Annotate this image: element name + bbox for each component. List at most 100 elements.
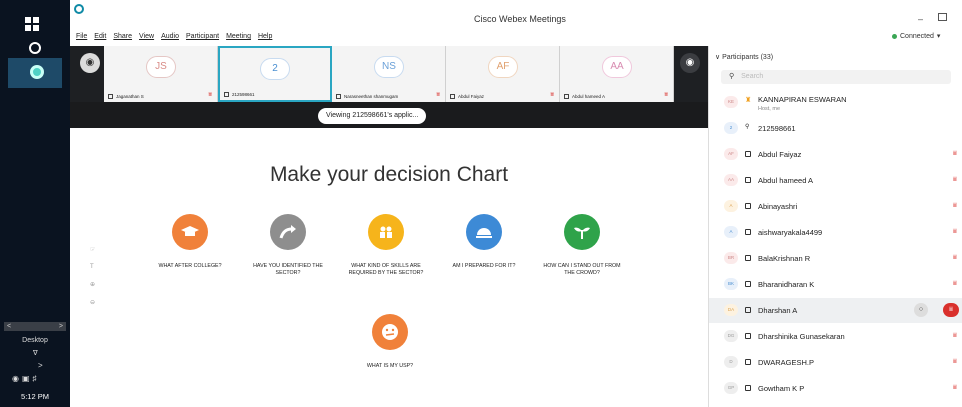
connection-status[interactable]: Connected ▾ (892, 32, 940, 40)
video-tile-active[interactable]: 2 212598661 (218, 46, 332, 102)
mic-muted-icon[interactable]: ⩸ (953, 202, 957, 210)
mic-muted-icon[interactable]: ⩸ (953, 280, 957, 288)
chat-icon[interactable]: ○ (914, 303, 928, 317)
mic-muted-icon[interactable]: ⩸ (953, 176, 957, 184)
tile-name-text: 212598661 (232, 92, 255, 97)
menu-bar: File Edit Share View Audio Participant M… (76, 33, 272, 45)
desktop-label[interactable]: Desktop (0, 337, 70, 344)
search-placeholder: Search (741, 73, 764, 80)
participant-row[interactable]: BR BalaKrishnan R ⩸ (709, 246, 962, 271)
mic-muted-icon[interactable]: ⩸ (953, 384, 957, 392)
zoom-in-icon[interactable]: ⊕ (90, 281, 95, 288)
menu-file[interactable]: File (76, 33, 87, 45)
menu-help[interactable]: Help (258, 33, 272, 45)
participant-name: Abinayashri (758, 202, 798, 211)
participant-row-hovered[interactable]: DA Dharshan A ○ ⩸ (709, 298, 962, 323)
mic-muted-icon[interactable]: ⩸ (953, 150, 957, 158)
host-crown-icon: ♜ (745, 97, 752, 104)
participant-row[interactable]: A aishwaryakala4499 ⩸ (709, 220, 962, 245)
video-tile[interactable]: NS Narasneethan shanmugam ⩸ (332, 46, 446, 102)
avatar: D (724, 356, 738, 368)
menu-share[interactable]: Share (113, 33, 132, 45)
participant-search-input[interactable]: ⚲ Search (721, 70, 951, 84)
participant-row[interactable]: BK Bharanidharan K ⩸ (709, 272, 962, 297)
device-icon (336, 94, 341, 99)
taskbar-webex-app[interactable] (8, 58, 62, 88)
text-tool-icon[interactable]: T (90, 264, 95, 270)
device-icon (745, 359, 751, 365)
mic-muted-icon[interactable]: ⩸ (953, 358, 957, 366)
item-circle (270, 214, 306, 250)
tile-name-text: Abdul hameed A (572, 94, 606, 99)
participant-name: Gowtham K P (758, 384, 805, 393)
tile-name: 212598661 (224, 92, 255, 97)
menu-view[interactable]: View (139, 33, 154, 45)
video-tile[interactable]: JS Jaganathan S ⩸ (104, 46, 218, 102)
participant-row[interactable]: AA Abdul hameed A ⩸ (709, 168, 962, 193)
menu-participant[interactable]: Participant (186, 33, 219, 45)
taskbar-scrollbar[interactable]: < > (4, 322, 66, 331)
device-icon (745, 385, 751, 391)
maximize-icon[interactable] (938, 13, 947, 21)
minimize-icon[interactable]: – (918, 14, 923, 24)
avatar: BR (724, 252, 738, 264)
avatar: 2 (260, 58, 290, 80)
people-icon (380, 226, 392, 238)
participant-row[interactable]: DG Dharshinika Gunasekaran ⩸ (709, 324, 962, 349)
menu-edit[interactable]: Edit (94, 33, 106, 45)
window-title: Cisco Webex Meetings (474, 14, 566, 24)
menu-audio[interactable]: Audio (161, 33, 179, 45)
participant-row[interactable]: D DWARAGESH.P ⩸ (709, 350, 962, 375)
participant-row[interactable]: AF Abdul Faiyaz ⩸ (709, 142, 962, 167)
participant-row[interactable]: GP Gowtham K P ⩸ (709, 376, 962, 401)
desktop-caret-icon[interactable]: ∇ (33, 349, 38, 357)
item-circle (372, 314, 408, 350)
decision-item-prepared: AM I PREPARED FOR IT? (444, 214, 524, 270)
participant-row[interactable]: A Abinayashri ⩸ (709, 194, 962, 219)
avatar: A (724, 200, 738, 212)
mic-muted-icon[interactable]: ⩸ (953, 254, 957, 262)
windows-start-icon[interactable] (25, 17, 39, 31)
webex-window: Cisco Webex Meetings – File Edit Share V… (70, 0, 962, 407)
mic-muted-icon[interactable]: ⩸ (953, 332, 957, 340)
plant-icon (574, 227, 590, 239)
viewing-indicator[interactable]: Viewing 212598661's applic... (318, 108, 427, 124)
pointer-tool-icon[interactable]: ☞ (90, 246, 95, 253)
cortana-icon[interactable] (29, 42, 41, 54)
layout-toggle-icon[interactable]: ◉ (80, 53, 100, 73)
mute-participant-button[interactable]: ⩸ (943, 303, 959, 317)
avatar: AA (602, 56, 632, 78)
participant-role: Host, me (758, 106, 781, 112)
more-video-icon[interactable]: ◉ (680, 53, 700, 73)
mic-muted-icon: ⩸ (664, 92, 668, 98)
tile-name: Narasneethan shanmugam (336, 94, 398, 99)
turn-arrow-icon (279, 225, 296, 239)
scroll-left-icon[interactable]: < (7, 322, 11, 331)
device-icon (745, 203, 751, 209)
menu-meeting[interactable]: Meeting (226, 33, 251, 45)
decision-item-skills: WHAT KIND OF SKILLS ARE REQUIRED BY THE … (346, 214, 426, 276)
participant-name: Bharanidharan K (758, 280, 815, 289)
graduation-cap-icon (181, 226, 199, 236)
device-icon (564, 94, 569, 99)
avatar: 2 (724, 122, 738, 134)
zoom-out-icon[interactable]: ⊖ (90, 299, 95, 306)
mic-muted-icon[interactable]: ⩸ (953, 228, 957, 236)
participant-row[interactable]: 2 ⚲ 212598661 (709, 116, 962, 141)
avatar: NS (374, 56, 404, 78)
item-caption: WHAT KIND OF SKILLS ARE REQUIRED BY THE … (348, 263, 424, 276)
participants-header[interactable]: ∨ Participants (33) (715, 53, 773, 61)
scroll-right-icon[interactable]: > (59, 322, 63, 331)
windows-taskbar: < > Desktop ∇ > ◉▣♯ 5:12 PM (0, 0, 70, 407)
video-tile[interactable]: AF Abdul Faiyaz ⩸ (446, 46, 560, 102)
device-icon (450, 94, 455, 99)
avatar: KE (724, 96, 738, 108)
clock[interactable]: 5:12 PM (0, 392, 70, 401)
participant-name: Abdul Faiyaz (758, 150, 802, 159)
participant-row-host[interactable]: KE ♜ KANNAPIRAN ESWARAN Host, me (709, 90, 962, 115)
system-tray-icons[interactable]: ◉▣♯ (12, 374, 40, 383)
video-tile[interactable]: AA Abdul hameed A ⩸ (560, 46, 674, 102)
decision-item-usp: WHAT IS MY USP? (350, 314, 430, 370)
item-circle (172, 214, 208, 250)
tray-expand-icon[interactable]: > (38, 361, 43, 370)
